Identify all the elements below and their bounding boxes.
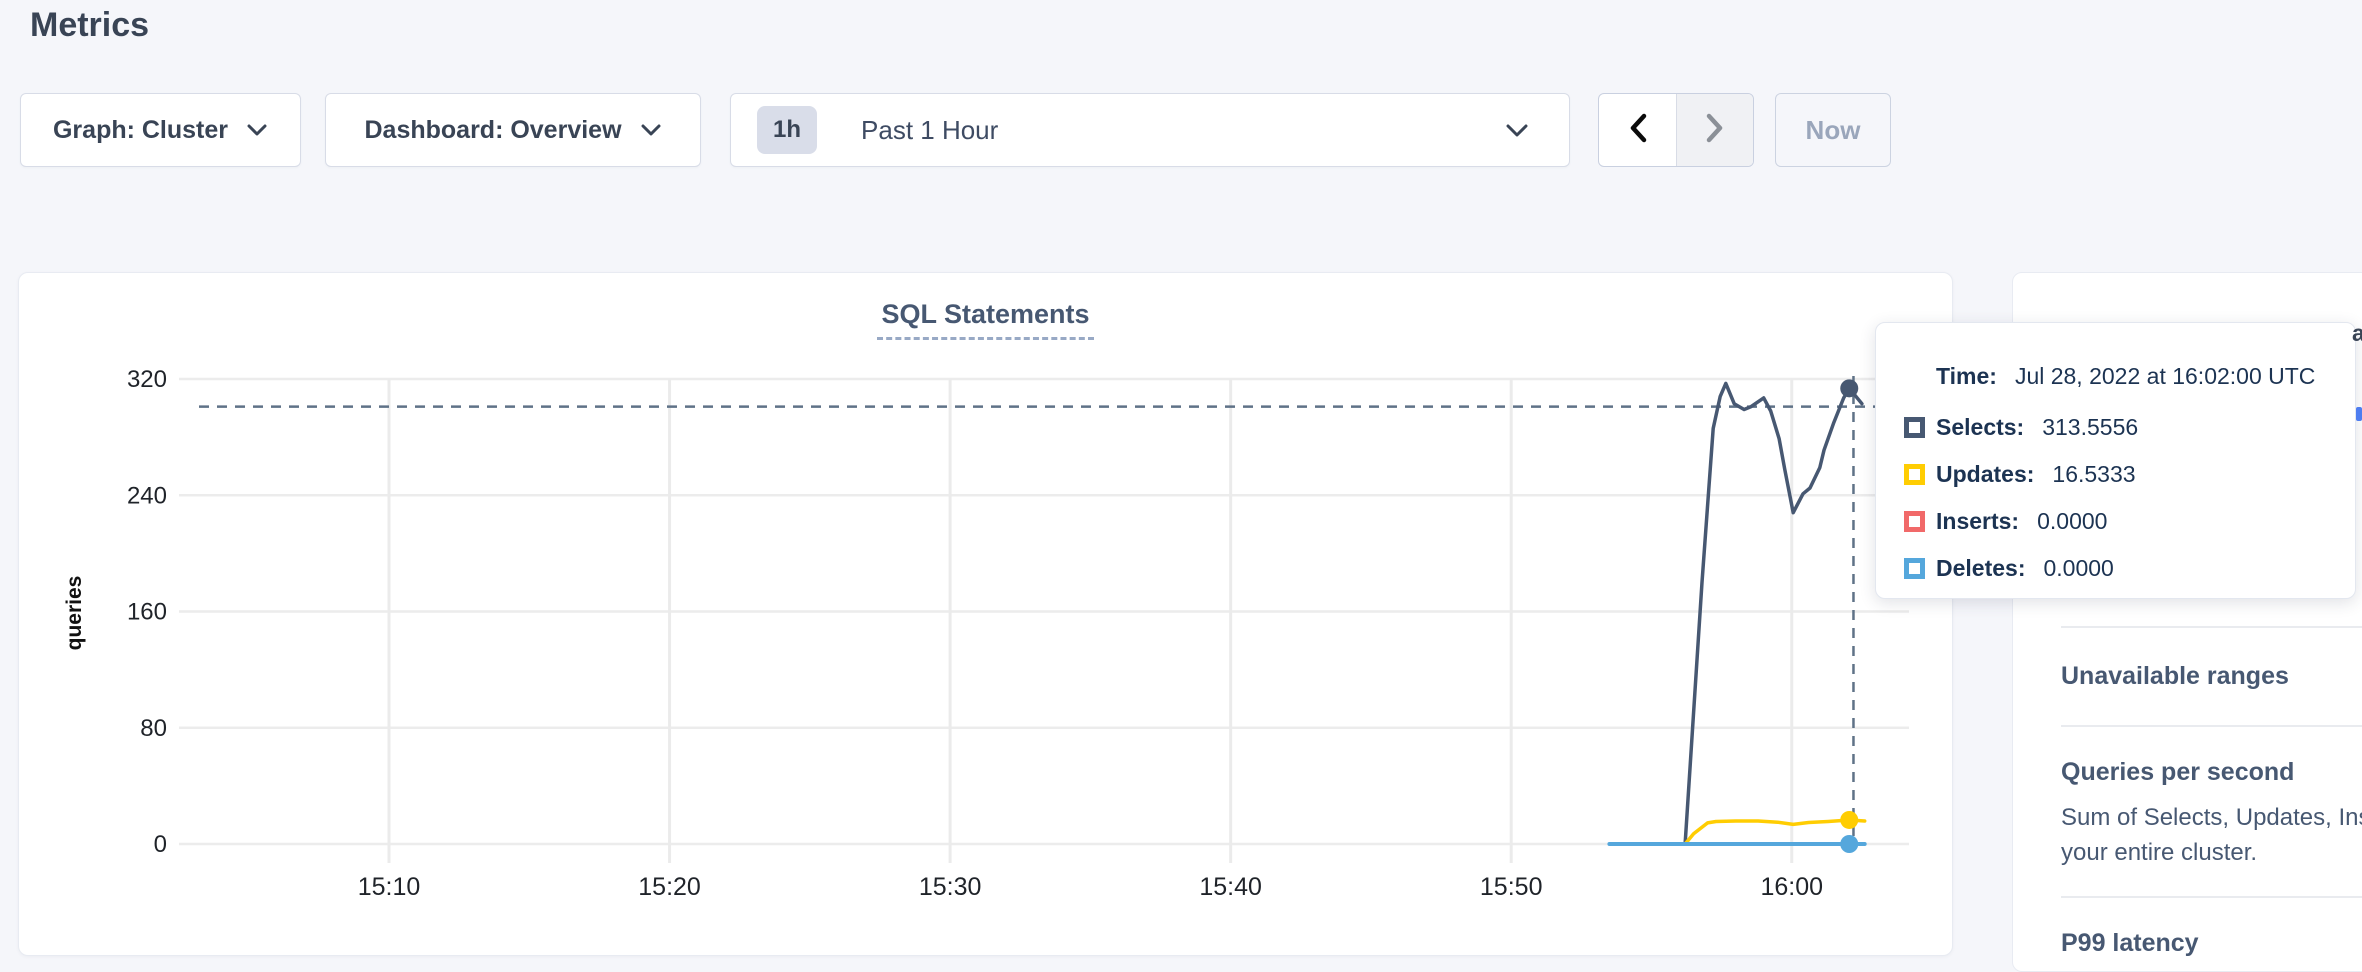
tooltip-time-value: Jul 28, 2022 at 16:02:00 UTC <box>2015 363 2315 390</box>
glossary-item-description: Sum of Selects, Updates, Inser <box>2061 800 2362 835</box>
clipped-edge-link-fragment <box>2356 407 2362 421</box>
time-range-badge: 1h <box>757 106 817 154</box>
tooltip-row-label: Updates: <box>1936 461 2034 488</box>
updates-series-swatch-icon <box>1904 464 1925 485</box>
x-axis-tick-label: 15:40 <box>1199 873 1262 901</box>
chevron-down-icon <box>246 123 268 137</box>
clipped-edge-text: a <box>2352 320 2362 346</box>
divider <box>2061 896 2362 898</box>
series-line-selects <box>1685 383 1862 844</box>
graph-scope-dropdown-label: Graph: Cluster <box>53 116 228 145</box>
chevron-right-icon <box>1704 112 1726 149</box>
tooltip-time-label: Time: <box>1936 363 1997 390</box>
x-axis-tick-label: 15:30 <box>919 873 982 901</box>
y-axis-tick-label: 80 <box>140 715 167 742</box>
y-axis-tick-label: 0 <box>154 831 167 858</box>
now-button-label: Now <box>1806 115 1861 146</box>
glossary-item-title: P99 latency <box>2061 929 2362 958</box>
hover-point-deletes <box>1840 835 1858 853</box>
y-axis-label: queries <box>63 576 86 651</box>
tooltip-row-value: 313.5556 <box>2042 414 2138 441</box>
time-range-dropdown[interactable]: 1h Past 1 Hour <box>730 93 1570 167</box>
glossary-item-description: your entire cluster. <box>2061 835 2362 870</box>
dashboard-dropdown[interactable]: Dashboard: Overview <box>325 93 701 167</box>
y-axis-tick-label: 160 <box>127 599 167 626</box>
tooltip-row-label: Selects: <box>1936 414 2024 441</box>
hover-point-updates <box>1840 811 1858 829</box>
chevron-down-icon <box>1505 123 1529 138</box>
x-axis-tick-label: 15:50 <box>1480 873 1543 901</box>
y-axis-tick-label: 320 <box>127 366 167 393</box>
graph-scope-dropdown[interactable]: Graph: Cluster <box>20 93 301 167</box>
glossary-item-title: Queries per second <box>2061 758 2362 787</box>
dashboard-dropdown-label: Dashboard: Overview <box>364 116 621 145</box>
deletes-series-swatch-icon <box>1904 558 1925 579</box>
tooltip-row-value: 0.0000 <box>2043 555 2113 582</box>
x-axis-tick-label: 15:10 <box>358 873 421 901</box>
divider <box>2061 626 2362 628</box>
chevron-left-icon <box>1627 112 1649 149</box>
divider <box>2061 725 2362 727</box>
sql-statements-chart[interactable]: 0 80 160 240 320 15:10 15:20 15:30 15:40 15:50 16:… <box>19 273 1952 955</box>
tooltip-row-value: 16.5333 <box>2052 461 2135 488</box>
inserts-series-swatch-icon <box>1904 511 1925 532</box>
tooltip-row-label: Inserts: <box>1936 508 2019 535</box>
chart-hover-tooltip: Time: Jul 28, 2022 at 16:02:00 UTC Selec… <box>1875 322 2356 599</box>
tooltip-row-label: Deletes: <box>1936 555 2025 582</box>
tooltip-row-value: 0.0000 <box>2037 508 2107 535</box>
glossary-item-title: Unavailable ranges <box>2061 662 2362 691</box>
x-axis-tick-label: 15:20 <box>638 873 701 901</box>
time-range-label: Past 1 Hour <box>861 115 998 146</box>
series-line-updates <box>1685 820 1865 844</box>
x-axis-tick-label: 16:00 <box>1760 873 1823 901</box>
page-title: Metrics <box>30 6 149 45</box>
time-shift-forward-button[interactable] <box>1676 94 1753 166</box>
selects-series-swatch-icon <box>1904 417 1925 438</box>
y-axis-tick-label: 240 <box>127 482 167 509</box>
chevron-down-icon <box>640 123 662 137</box>
time-shift-control <box>1598 93 1754 167</box>
hover-point-selects <box>1840 379 1858 397</box>
sql-statements-chart-card: SQL Statements 08016024032015:1015:2015:… <box>18 272 1953 956</box>
time-shift-back-button[interactable] <box>1599 94 1676 166</box>
now-button[interactable]: Now <box>1775 93 1891 167</box>
